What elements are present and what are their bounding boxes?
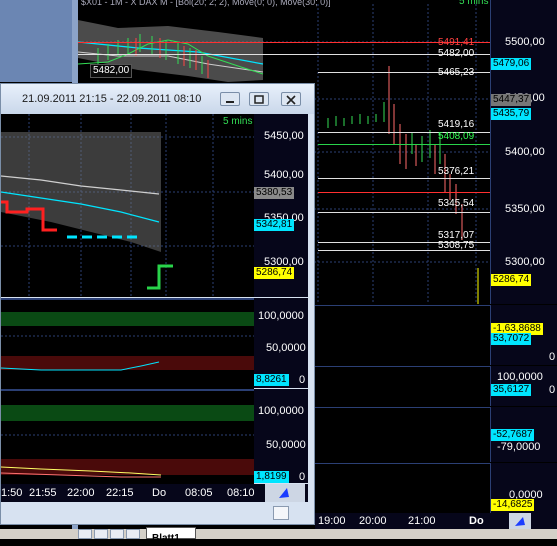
- panel2-axis-50: 50,0000: [266, 439, 306, 451]
- close-button[interactable]: [281, 92, 301, 106]
- panel1-axis-50: 50,0000: [266, 342, 306, 354]
- price-tag-5447: 5447,37: [491, 94, 532, 106]
- price-tag-5479: 5479,06: [491, 58, 532, 70]
- tab-next-button[interactable]: [110, 529, 124, 539]
- maximize-button[interactable]: [249, 92, 269, 106]
- front-time-do: Do: [152, 487, 167, 499]
- front-price-tag-5380: 5380,53: [254, 187, 295, 199]
- back-indicator-panel-2: [315, 366, 490, 407]
- back-indicator-axis-2: 100,0000 35,6127 0: [490, 366, 557, 406]
- scroll-thumb[interactable]: [273, 506, 289, 520]
- level-line-5345: [318, 212, 490, 213]
- front-price-axis: 5450,00 5400,00 5350,00 5300,00 5380,53 …: [254, 114, 308, 297]
- front-time-2215: 22:15: [106, 487, 134, 499]
- level-line-5491: [78, 42, 490, 43]
- minimize-icon: [226, 101, 234, 103]
- front-indicator-axis-1: 100,0000 50,0000 8,8261 0: [254, 298, 308, 388]
- level-line-5482: [78, 54, 490, 55]
- ind3-tag-a: -52,7687: [491, 429, 535, 441]
- time-axis-2000: 20:00: [359, 515, 387, 527]
- line-label-5376: 5376,21: [438, 166, 475, 177]
- price-axis-5350: 5350,00: [505, 203, 545, 215]
- level-line-5350: [318, 192, 490, 193]
- cursor-arrow-icon: [279, 488, 289, 498]
- panel1-axis-0: 0: [299, 374, 306, 386]
- front-time-0810: 08:10: [227, 487, 255, 499]
- sheet-tab-blatt1[interactable]: Blatt1: [146, 527, 196, 544]
- back-indicator-axis-1: -1,63,8688 53,7072 0: [490, 305, 557, 365]
- close-icon: [286, 95, 296, 105]
- ind2-axis-100: 100,0000: [497, 371, 543, 383]
- front-time-2155: 21:55: [29, 487, 57, 499]
- back-indicator-panel-3: [315, 407, 490, 463]
- time-axis-do: Do: [469, 515, 484, 527]
- front-indicator-panel-1: [1, 298, 254, 390]
- tab-first-button[interactable]: [78, 529, 92, 539]
- level-line-5408: [318, 144, 490, 145]
- back-time-axis: 19:00 20:00 21:00 Do: [315, 513, 557, 529]
- front-time-axis: 1:50 21:55 22:00 22:15 Do 08:05 08:10: [1, 484, 308, 502]
- front-bottom-scrollbar[interactable]: [1, 503, 314, 524]
- time-axis-2100: 21:00: [408, 515, 436, 527]
- line-label-5408: 5408,09: [438, 131, 475, 142]
- panel2-axis-0: 0: [299, 471, 306, 483]
- time-axis-1900: 19:00: [318, 515, 346, 527]
- price-axis-5400: 5400,00: [505, 146, 545, 158]
- window-title: 21.09.2011 21:15 - 22.09.2011 08:10: [22, 93, 202, 105]
- front-cursor-button[interactable]: [265, 484, 305, 502]
- line-label-5419: 5419,16: [438, 119, 475, 130]
- price-axis-5500: 5500,00: [505, 36, 545, 48]
- level-line-5376: [318, 178, 490, 179]
- panel1-value-tag: 8,8261: [254, 374, 289, 386]
- front-price-chart-svg: [1, 114, 254, 297]
- ind1-tag-b: 53,7072: [491, 333, 532, 345]
- front-price-axis-5450: 5450,00: [264, 130, 304, 142]
- price-tag-5286: 5286,74: [491, 274, 532, 286]
- panel1-axis-100: 100,0000: [258, 310, 304, 322]
- ind2-tag: 35,6127: [491, 384, 532, 396]
- front-price-tag-5342: 5342,81: [254, 219, 295, 231]
- front-price-tag-5286: 5286,74: [254, 267, 295, 279]
- back-indicator-panel-1: [315, 305, 490, 366]
- mini-chart-tag: 5482,00: [90, 64, 133, 78]
- ind2-axis-0: 0: [549, 384, 556, 396]
- minimize-button[interactable]: [220, 92, 240, 106]
- front-time-2200: 22:00: [67, 487, 95, 499]
- ind3-axis: -79,0000: [497, 441, 541, 453]
- tab-last-button[interactable]: [126, 529, 140, 539]
- panel2-value-tag: 1,8199: [254, 471, 289, 483]
- back-price-axis: 5500,00 5450,00 5400,00 5350,00 5300,00 …: [490, 0, 557, 304]
- back-indicator-panel-4: [315, 463, 490, 514]
- line-label-5308: 5308,75: [438, 240, 475, 251]
- back-indicator-axis-4: 0,0000 -14,6825: [490, 463, 557, 513]
- panel2-axis-100: 100,0000: [258, 405, 304, 417]
- price-tag-5435: 5435,79: [491, 108, 532, 120]
- back-indicator-axis-3: -52,7687 -79,0000: [490, 407, 557, 462]
- sheet-tab-bar: Blatt1: [0, 527, 557, 544]
- panel1-svg: [1, 335, 254, 371]
- front-price-chart: 5 mins: [1, 114, 254, 297]
- front-chart-window: 21.09.2011 21:15 - 22.09.2011 08:10 5 mi…: [0, 83, 315, 525]
- cursor-arrow-icon[interactable]: [509, 513, 531, 529]
- line-label-5465: 5465,23: [438, 67, 475, 78]
- maximize-icon: [254, 95, 264, 104]
- front-time-1350: 1:50: [1, 487, 23, 499]
- front-time-0805: 08:05: [185, 487, 213, 499]
- front-interval-label: 5 mins: [223, 116, 253, 127]
- line-label-5482: 5482,00: [438, 48, 475, 59]
- ind4-tag: -14,6825: [491, 499, 535, 511]
- line-label-5345: 5345,54: [438, 198, 475, 209]
- panel2-svg: [1, 434, 254, 478]
- back-window-frame: [0, 0, 75, 82]
- ind1-axis-0: 0: [549, 351, 556, 363]
- price-axis-5300: 5300,00: [505, 256, 545, 268]
- front-indicator-axis-2: 100,0000 50,0000 1,8199 0: [254, 389, 308, 483]
- front-indicator-panel-2: [1, 389, 254, 485]
- tab-prev-button[interactable]: [94, 529, 108, 539]
- title-bar[interactable]: 21.09.2011 21:15 - 22.09.2011 08:10: [1, 84, 314, 114]
- front-price-axis-5400: 5400,00: [264, 169, 304, 181]
